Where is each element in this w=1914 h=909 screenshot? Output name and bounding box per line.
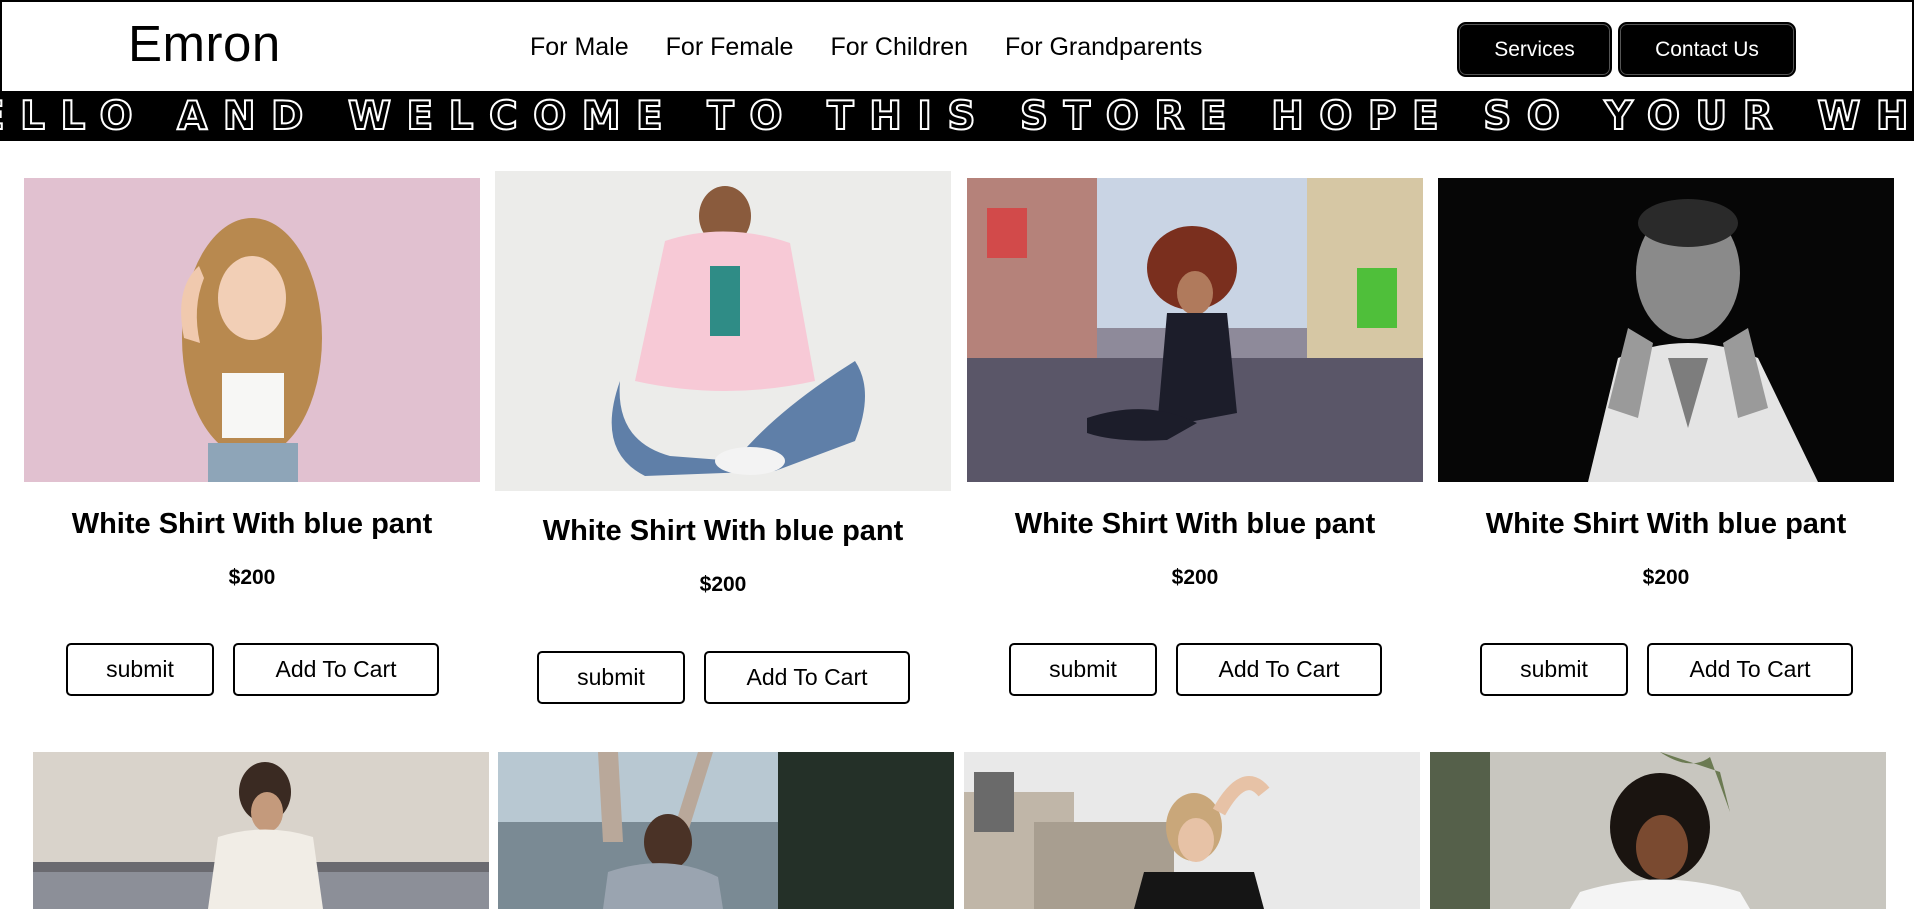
welcome-marquee: ELLO AND WELCOME TO THIS STORE HOPE SO Y…: [0, 93, 1914, 141]
submit-button[interactable]: submit: [537, 651, 685, 704]
product-price: $200: [1171, 566, 1219, 589]
product-image[interactable]: [964, 752, 1420, 909]
nav-link-children[interactable]: For Children: [830, 35, 968, 60]
product-title: White Shirt With blue pant: [71, 508, 433, 540]
product-image[interactable]: [967, 178, 1423, 482]
site-header: Emron For Male For Female For Children F…: [0, 0, 1914, 93]
product-card: White Shirt With blue pant $200 submit A…: [495, 171, 951, 704]
product-image[interactable]: [33, 752, 489, 909]
marquee-text: ELLO AND WELCOME TO THIS STORE HOPE SO Y…: [0, 94, 1914, 139]
product-card: White Shirt With blue pant $200 submit A…: [24, 178, 480, 698]
product-image[interactable]: [1430, 752, 1886, 909]
nav-link-male[interactable]: For Male: [530, 35, 629, 60]
product-image[interactable]: [495, 171, 951, 491]
product-image[interactable]: [1438, 178, 1894, 482]
submit-button[interactable]: submit: [1480, 643, 1628, 696]
product-image[interactable]: [24, 178, 480, 482]
contact-us-button[interactable]: Contact Us: [1618, 22, 1796, 77]
submit-button[interactable]: submit: [66, 643, 214, 696]
add-to-cart-button[interactable]: Add To Cart: [1647, 643, 1853, 696]
product-card: White Shirt With blue pant $200 submit A…: [1438, 178, 1894, 698]
product-title: White Shirt With blue pant: [1485, 508, 1847, 540]
add-to-cart-button[interactable]: Add To Cart: [1176, 643, 1382, 696]
add-to-cart-button[interactable]: Add To Cart: [233, 643, 439, 696]
add-to-cart-button[interactable]: Add To Cart: [704, 651, 910, 704]
submit-button[interactable]: submit: [1009, 643, 1157, 696]
main-nav: For Male For Female For Children For Gra…: [530, 35, 1239, 60]
product-image[interactable]: [498, 752, 954, 909]
nav-link-female[interactable]: For Female: [666, 35, 794, 60]
product-title: White Shirt With blue pant: [542, 515, 904, 547]
product-price: $200: [699, 573, 747, 596]
site-logo[interactable]: Emron: [128, 18, 281, 69]
services-button[interactable]: Services: [1457, 22, 1612, 77]
nav-link-grandparents[interactable]: For Grandparents: [1005, 35, 1202, 60]
product-price: $200: [228, 566, 276, 589]
product-price: $200: [1642, 566, 1690, 589]
product-card: White Shirt With blue pant $200 submit A…: [967, 178, 1423, 698]
product-title: White Shirt With blue pant: [1014, 508, 1376, 540]
